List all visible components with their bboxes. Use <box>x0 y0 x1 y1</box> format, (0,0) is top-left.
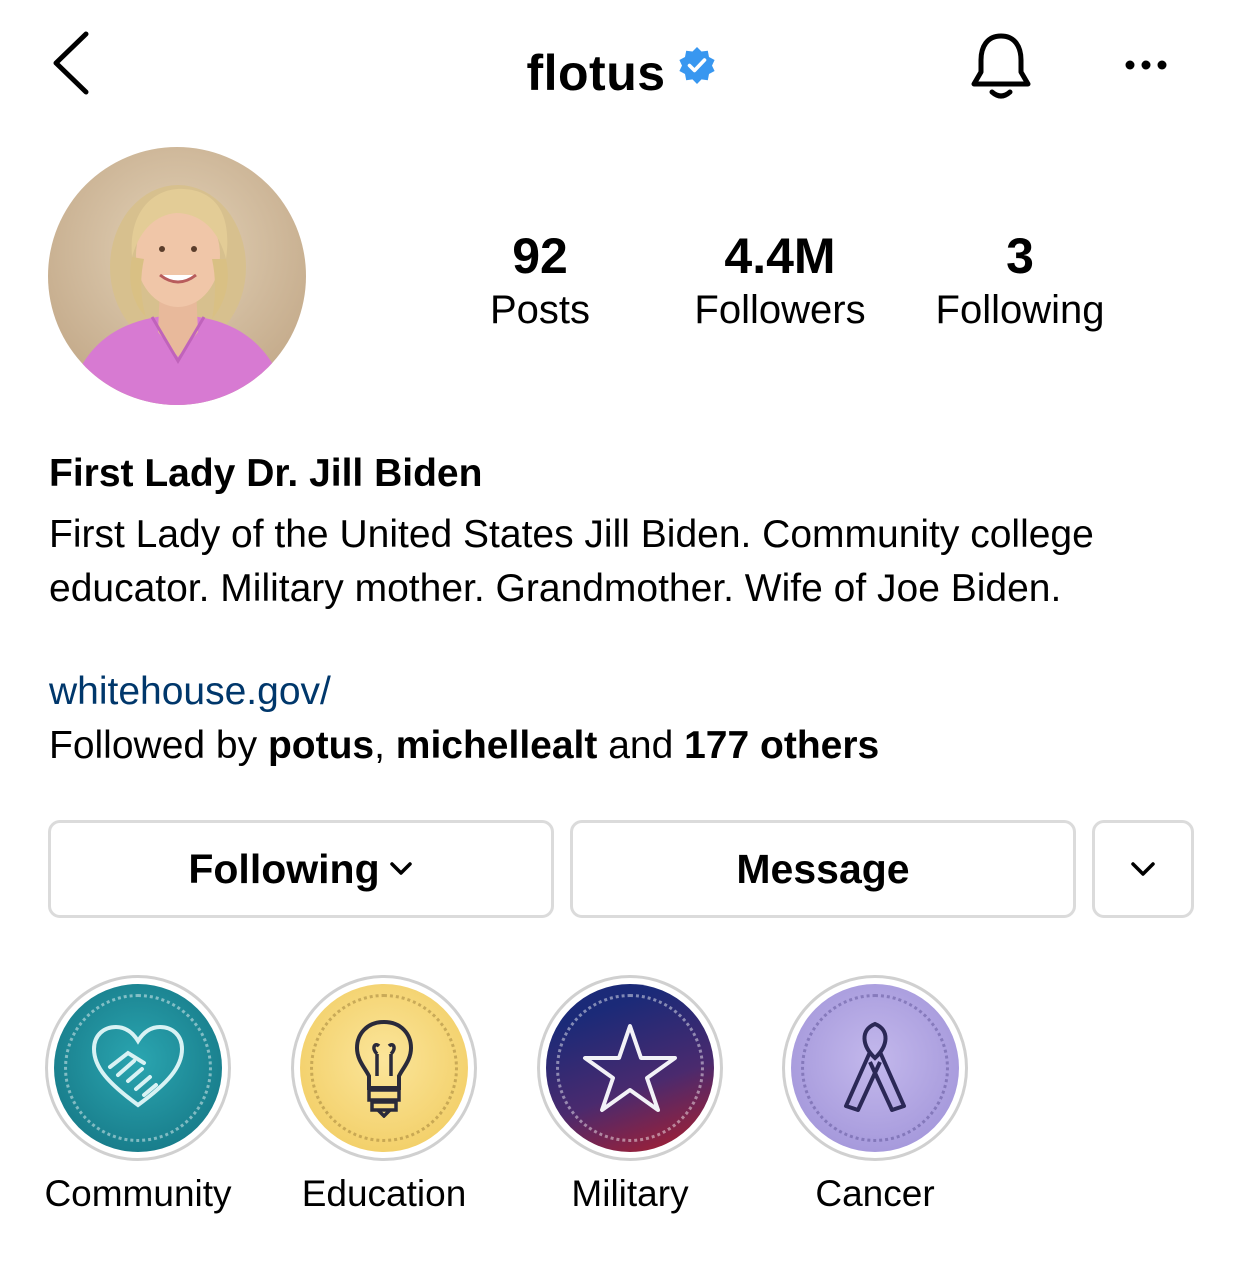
highlight-ring <box>782 975 968 1161</box>
profile-username-header: flotus <box>0 38 1242 102</box>
followed-others[interactable]: 177 others <box>684 724 879 767</box>
message-button-label: Message <box>736 845 910 892</box>
highlight-military[interactable]: Military <box>535 975 725 1215</box>
followed-sep: , <box>374 724 396 767</box>
highlight-community[interactable]: Community <box>43 975 233 1215</box>
highlight-label: Military <box>571 1173 689 1214</box>
highlight-cover <box>546 984 714 1152</box>
followed-user-michellealt[interactable]: michellealt <box>396 724 598 767</box>
message-button[interactable]: Message <box>570 820 1076 918</box>
followers-label: Followers <box>694 288 866 332</box>
followers-count[interactable]: 4.4M Followers <box>680 228 880 336</box>
bio-text: First Lady of the United States Jill Bid… <box>49 513 1094 610</box>
followed-prefix: Followed by <box>49 724 268 767</box>
chevron-down-icon <box>1131 862 1155 876</box>
notification-bell-icon[interactable] <box>968 30 1034 102</box>
following-count[interactable]: 3 Following <box>920 228 1120 336</box>
following-label: Following <box>935 288 1105 332</box>
more-options-icon[interactable] <box>1118 50 1174 80</box>
highlight-education[interactable]: Education <box>289 975 479 1215</box>
highlight-label: Community <box>44 1173 232 1214</box>
highlight-cover <box>54 984 222 1152</box>
display-name: First Lady Dr. Jill Biden <box>49 452 483 495</box>
followed-and: and <box>597 724 685 767</box>
highlight-cancer[interactable]: Cancer <box>780 975 970 1215</box>
posts-value: 92 <box>512 228 568 284</box>
username: flotus <box>526 45 666 101</box>
highlight-cover <box>300 984 468 1152</box>
following-value: 3 <box>1006 228 1034 284</box>
website-link[interactable]: whitehouse.gov/ <box>49 670 331 714</box>
profile-avatar[interactable] <box>48 147 306 405</box>
highlight-ring <box>291 975 477 1161</box>
following-button[interactable]: Following <box>48 820 554 918</box>
posts-count[interactable]: 92 Posts <box>470 228 610 336</box>
highlight-ring <box>537 975 723 1161</box>
following-button-label: Following <box>188 845 380 892</box>
chevron-down-icon <box>389 862 412 875</box>
verified-badge-icon <box>678 38 716 84</box>
suggested-accounts-button[interactable] <box>1092 820 1194 918</box>
followers-value: 4.4M <box>724 228 836 284</box>
highlight-cover <box>791 984 959 1152</box>
highlight-label: Cancer <box>815 1173 935 1214</box>
highlight-label: Education <box>301 1173 467 1214</box>
posts-label: Posts <box>489 288 591 332</box>
followed-user-potus[interactable]: potus <box>268 724 374 767</box>
followed-by-text[interactable]: Followed by potus, michellealt and 177 o… <box>49 724 879 768</box>
highlight-ring <box>45 975 231 1161</box>
